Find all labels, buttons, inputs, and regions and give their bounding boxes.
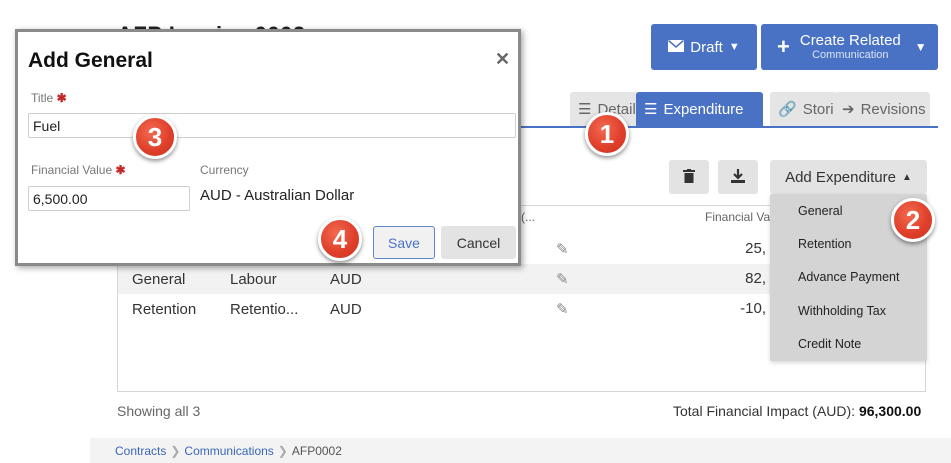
- tab-revisions[interactable]: ➔ Revisions: [834, 92, 930, 126]
- draft-label: Draft: [690, 38, 723, 56]
- title-label: Title ✱: [31, 91, 67, 105]
- close-icon[interactable]: ✕: [495, 49, 510, 70]
- download-icon: [731, 168, 745, 186]
- cell-financial-value: -10,: [740, 300, 766, 317]
- total-value: 96,300.00: [858, 403, 922, 419]
- delete-button[interactable]: [669, 160, 709, 194]
- cell-financial-value: 25,: [745, 240, 766, 257]
- table-row[interactable]: Retention Retentio... AUD ✎: [118, 294, 770, 324]
- currency-value: AUD - Australian Dollar: [200, 187, 355, 204]
- caret-down-icon: ▼: [728, 41, 740, 53]
- menu-item-general[interactable]: General: [798, 204, 842, 218]
- callout-badge-4: 4: [318, 217, 362, 261]
- caret-down-icon: ▼: [914, 40, 927, 54]
- tab-stories[interactable]: 🔗 Stories: [770, 92, 836, 126]
- draft-button[interactable]: Draft ▼: [651, 24, 757, 70]
- add-expenditure-button[interactable]: Add Expenditure ▲: [770, 160, 927, 194]
- menu-item-retention[interactable]: Retention: [798, 237, 852, 251]
- column-header-partial: (...: [521, 210, 535, 224]
- list-icon: ☰: [578, 101, 592, 118]
- financial-value-label: Financial Value ✱: [31, 163, 126, 177]
- chevron-right-icon: ❯: [277, 443, 288, 458]
- breadcrumb-contracts[interactable]: Contracts: [115, 444, 166, 458]
- tab-expenditure[interactable]: ☰ Expenditure: [636, 92, 763, 126]
- download-button[interactable]: [718, 160, 758, 194]
- plus-icon: +: [777, 34, 790, 59]
- financial-value-input[interactable]: 6,500.00: [28, 186, 190, 211]
- cell-currency: AUD: [330, 300, 362, 318]
- showing-count: Showing all 3: [117, 403, 201, 419]
- caret-up-icon: ▲: [902, 171, 912, 183]
- currency-label: Currency: [200, 163, 249, 177]
- total-financial-impact: Total Financial Impact (AUD): 96,300.00: [673, 403, 921, 419]
- tab-label: Expenditure: [663, 100, 744, 118]
- title-input-value: Fuel: [33, 117, 61, 134]
- title-input[interactable]: Fuel: [28, 113, 516, 138]
- title-label-text: Title: [31, 91, 54, 105]
- cell-type: Retention: [132, 300, 197, 318]
- breadcrumb: Contracts ❯ Communications ❯ AFP0002: [90, 438, 951, 463]
- pencil-icon[interactable]: ✎: [556, 300, 569, 318]
- create-related-sublabel: Communication: [812, 49, 889, 62]
- cell-currency: AUD: [330, 270, 362, 288]
- cell-description: Labour: [230, 270, 277, 288]
- breadcrumb-current: AFP0002: [291, 443, 342, 458]
- arrow-right-icon: ➔: [842, 101, 855, 118]
- chevron-right-icon: ❯: [170, 443, 181, 458]
- pencil-icon[interactable]: ✎: [556, 240, 569, 258]
- tab-label: Stories: [802, 100, 836, 118]
- envelope-icon: [668, 39, 685, 56]
- total-label: Total Financial Impact (AUD):: [673, 403, 856, 419]
- pencil-icon[interactable]: ✎: [556, 270, 569, 288]
- cell-description: Retentio...: [230, 300, 299, 318]
- breadcrumb-communications[interactable]: Communications: [184, 444, 273, 458]
- callout-badge-3: 3: [133, 115, 177, 159]
- add-expenditure-label: Add Expenditure: [785, 168, 896, 186]
- required-icon: ✱: [115, 163, 126, 177]
- cell-type: General: [132, 270, 186, 288]
- link-icon: 🔗: [778, 101, 797, 118]
- list-icon: ☰: [644, 101, 658, 118]
- column-header-financial-value: Financial Va: [705, 210, 771, 224]
- create-related-button[interactable]: + Create Related Communication ▼: [761, 24, 938, 70]
- dialog-title: Add General: [28, 49, 153, 72]
- callout-badge-2: 2: [891, 198, 935, 242]
- table-row[interactable]: General Labour AUD ✎: [118, 264, 770, 294]
- menu-item-withholding-tax[interactable]: Withholding Tax: [798, 304, 886, 318]
- tab-label: Revisions: [860, 100, 926, 118]
- cell-financial-value: 82,: [745, 270, 766, 287]
- save-button[interactable]: Save: [373, 226, 435, 259]
- callout-badge-1: 1: [585, 112, 629, 156]
- financial-value-input-value: 6,500.00: [33, 190, 88, 207]
- trash-icon: [683, 168, 695, 186]
- required-icon: ✱: [56, 91, 67, 105]
- financial-value-label-text: Financial Value: [31, 163, 113, 177]
- menu-item-credit-note[interactable]: Credit Note: [798, 337, 861, 351]
- create-related-label: Create Related: [799, 31, 901, 49]
- menu-item-advance-payment[interactable]: Advance Payment: [798, 270, 899, 284]
- cancel-button[interactable]: Cancel: [441, 226, 516, 259]
